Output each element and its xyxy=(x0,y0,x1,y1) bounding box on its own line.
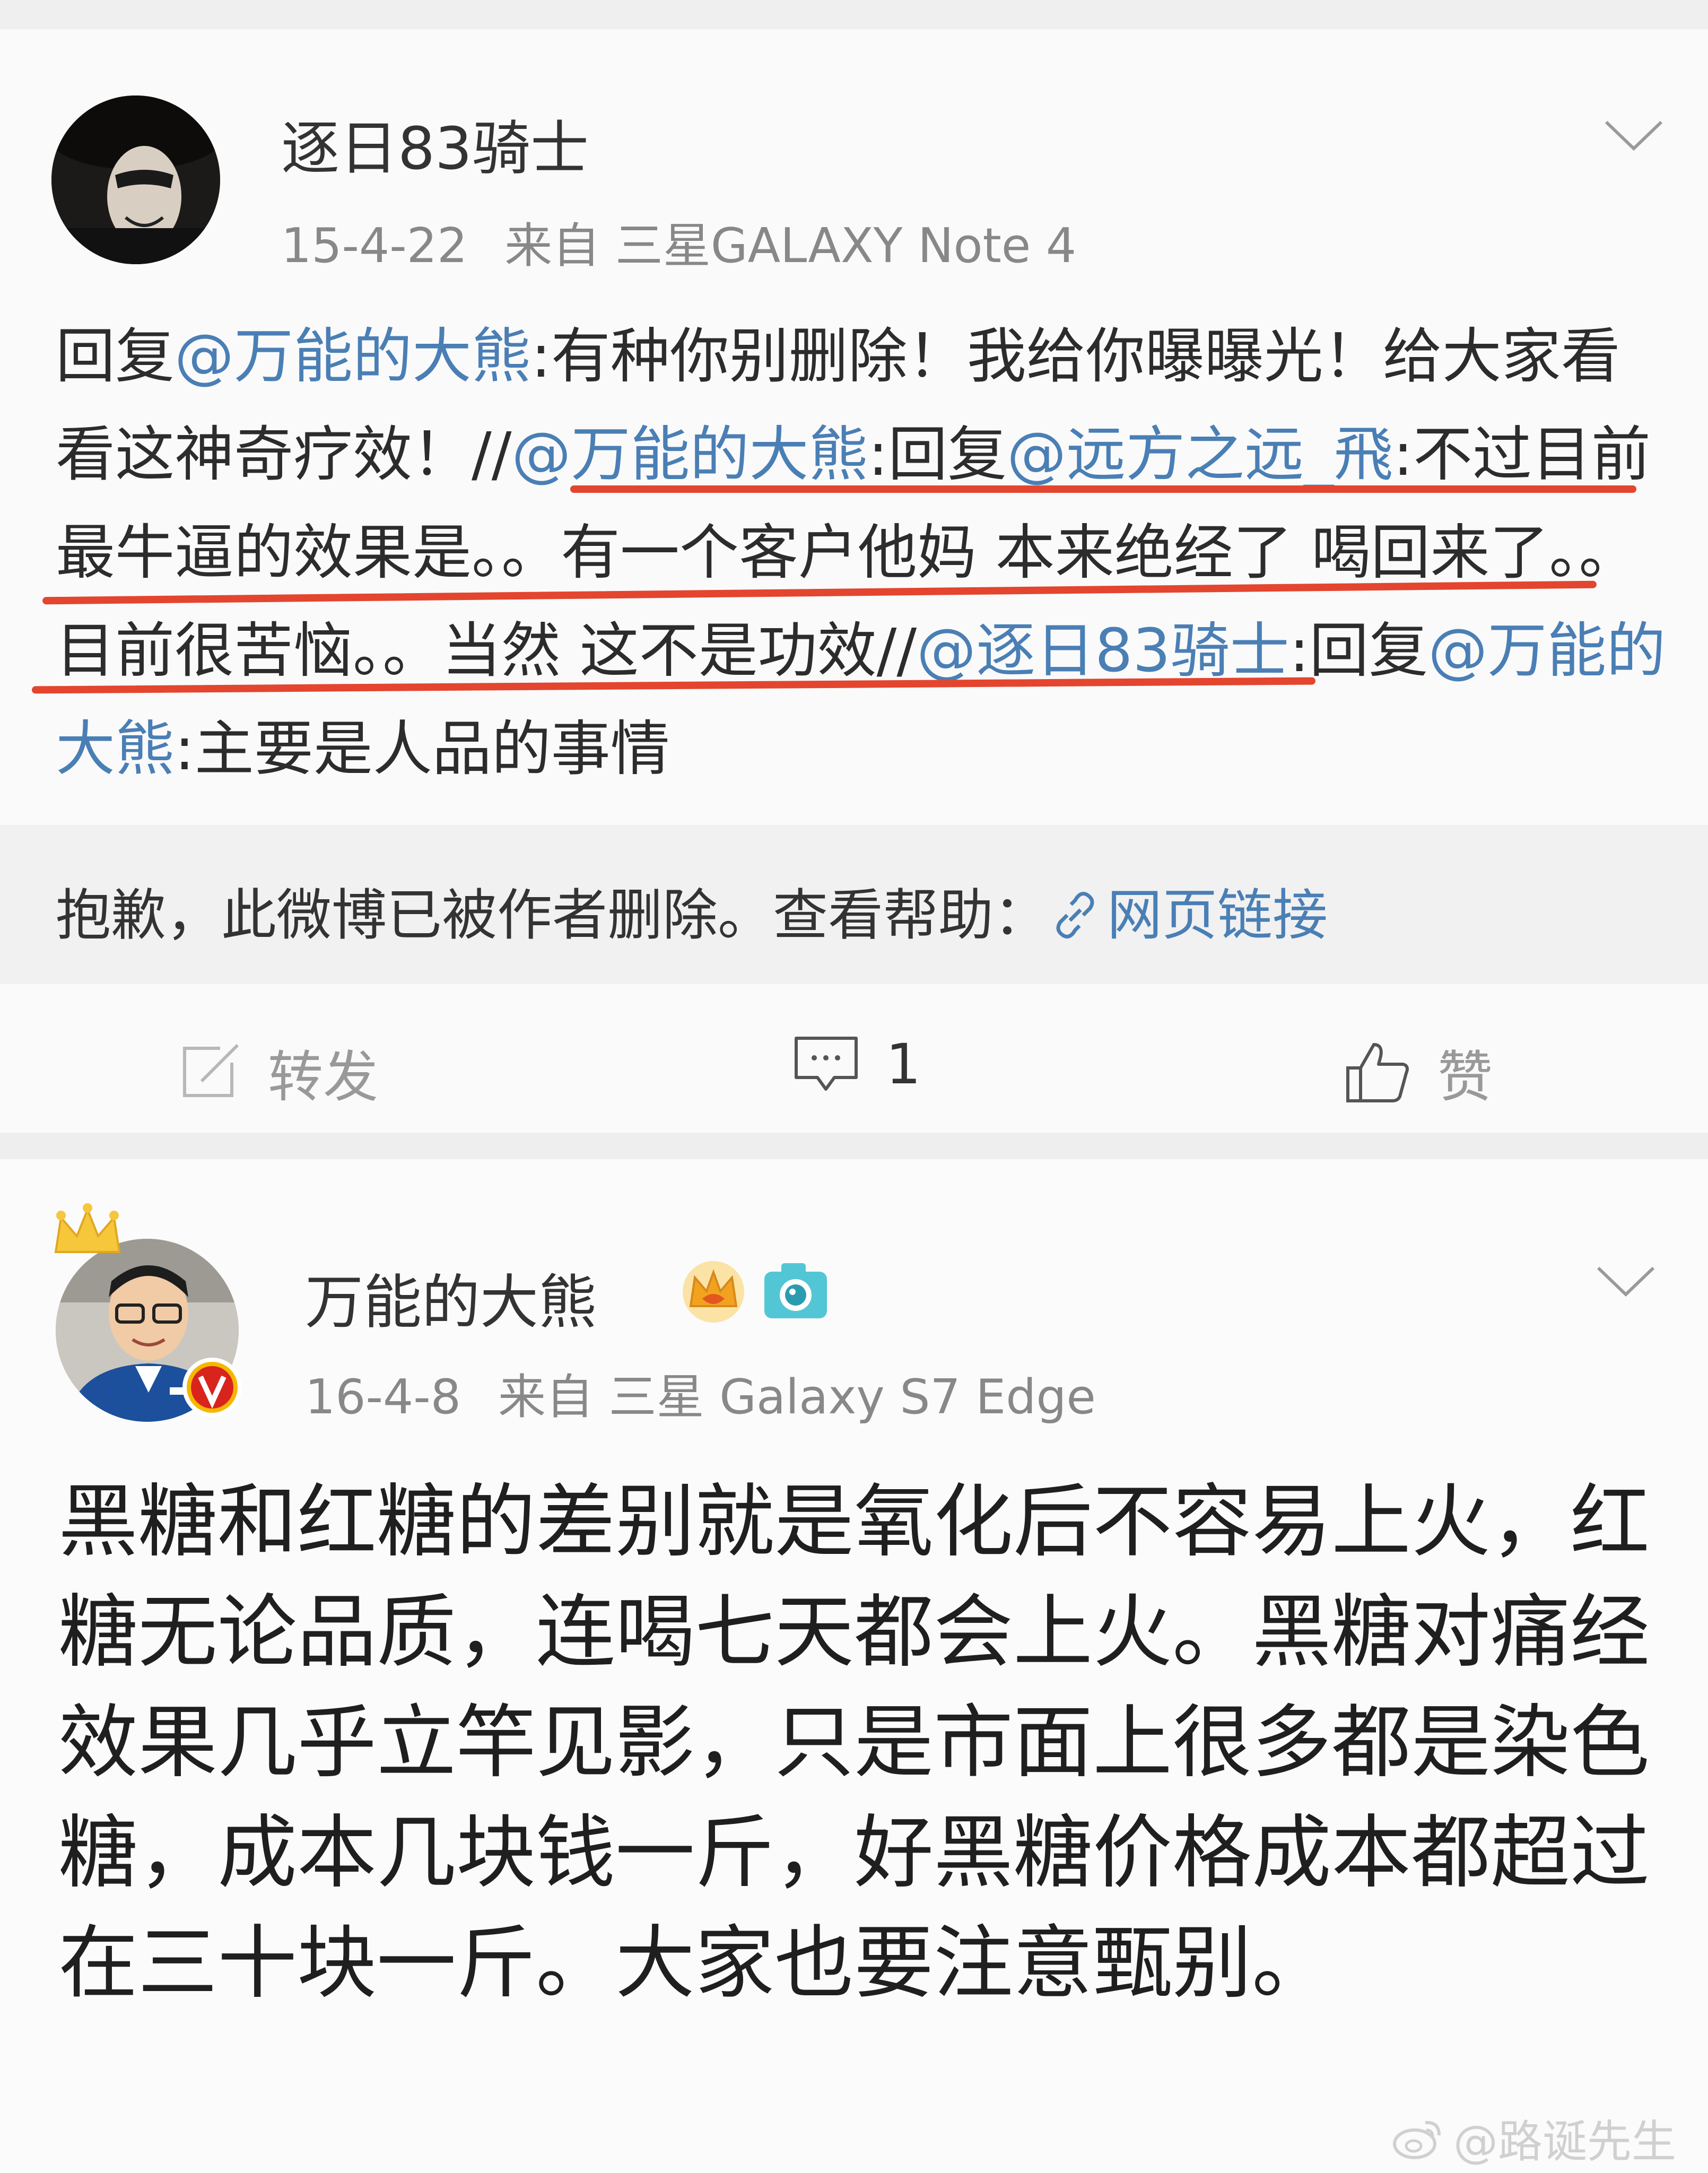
thumbs-up-icon xyxy=(1346,1042,1409,1102)
chevron-down-icon[interactable] xyxy=(1594,1263,1658,1300)
card-separator xyxy=(0,1133,1708,1162)
forward-button[interactable]: 转发 xyxy=(180,1032,378,1112)
top-gap xyxy=(0,0,1708,29)
forward-label: 转发 xyxy=(268,1045,379,1109)
camera-badge-icon xyxy=(764,1263,827,1318)
mention-link[interactable]: @远方之远_飛 xyxy=(1007,420,1393,489)
post1-meta: 15-4-22 来自 三星GALAXY Note 4 xyxy=(281,207,1113,276)
text-segment: :主要是人品的事情 xyxy=(175,715,670,784)
avatar[interactable] xyxy=(51,95,220,264)
comment-count: 1 xyxy=(886,1032,921,1097)
mention-link[interactable]: @万能的大熊 xyxy=(511,420,868,489)
post2-body: 黑糖和红糖的差别就是氧化后不容易上火，红糖无论品质，连喝七天都会上火。黑糖对痛经… xyxy=(58,1476,1650,2010)
verified-badge-icon xyxy=(182,1358,242,1417)
post1-date: 15-4-22 xyxy=(281,218,468,274)
deleted-notice-text: 抱歉，此微博已被作者删除。查看帮助： xyxy=(56,883,1049,948)
comment-icon xyxy=(795,1037,858,1091)
web-link[interactable]: 网页链接 xyxy=(1049,883,1328,948)
text-segment: 回复 xyxy=(56,322,175,391)
post1-source: 来自 三星GALAXY Note 4 xyxy=(504,218,1077,274)
text-segment: :回复 xyxy=(868,420,1007,489)
post1-body: 回复@万能的大熊:有种你别删除！我给你曝曝光！给大家看看这神奇疗效！//@万能的… xyxy=(56,308,1668,798)
deleted-notice: 抱歉，此微博已被作者删除。查看帮助： 网页链接 xyxy=(56,870,1328,950)
post2-source: 来自 三星 Galaxy S7 Edge xyxy=(498,1369,1096,1425)
annotation-underline xyxy=(570,485,1636,493)
mention-link[interactable]: @万能的大熊 xyxy=(175,322,531,391)
chevron-down-icon[interactable] xyxy=(1602,117,1666,154)
web-link-label: 网页链接 xyxy=(1107,883,1328,948)
vip-crown-badge-icon xyxy=(683,1261,744,1323)
like-label: 赞 xyxy=(1437,1045,1493,1109)
avatar-masked-figure-icon xyxy=(51,95,220,264)
weibo-watermark: @路诞先生 xyxy=(1392,2106,1676,2170)
text-segment: :回复 xyxy=(1289,616,1428,685)
post1-username[interactable]: 逐日83骑士 xyxy=(281,101,589,186)
like-button[interactable]: 赞 xyxy=(1345,1032,1493,1112)
watermark-text: @路诞先生 xyxy=(1453,2116,1677,2168)
post2-date: 16-4-8 xyxy=(305,1369,461,1425)
forward-icon xyxy=(183,1044,239,1097)
link-icon xyxy=(1056,892,1094,938)
weibo-logo-icon xyxy=(1393,2120,1441,2159)
crown-icon xyxy=(54,1203,121,1253)
comment-button[interactable]: 1 xyxy=(793,1032,921,1097)
mention-link[interactable]: @逐日83骑士 xyxy=(917,616,1289,685)
post2-username[interactable]: 万能的大熊 xyxy=(305,1255,597,1340)
post2-meta: 16-4-8 来自 三星 Galaxy S7 Edge xyxy=(305,1358,1133,1427)
